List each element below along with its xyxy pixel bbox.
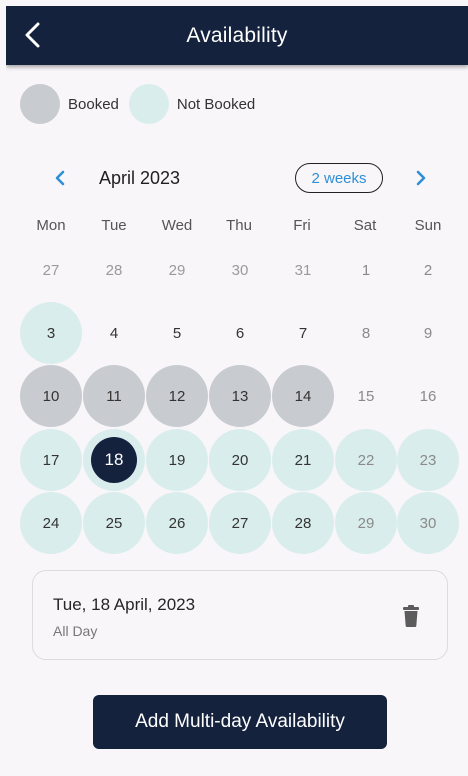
calendar-day[interactable]: 12	[146, 365, 208, 427]
calendar-day[interactable]: 8	[335, 302, 397, 364]
selected-day-label: 18	[91, 437, 137, 483]
calendar-day[interactable]: 10	[20, 365, 82, 427]
calendar-day[interactable]: 7	[272, 302, 334, 364]
calendar-grid: 27 28 29 30 31 1 2 3 4 5 6 7 8 9 10 11 12 13 14 15 16 17 18 19 2…	[6, 6, 468, 566]
calendar-day[interactable]: 19	[146, 429, 208, 491]
app-screen: Availability Booked Not Booked April 202…	[6, 6, 468, 776]
calendar-day[interactable]: 21	[272, 429, 334, 491]
selected-date-card: Tue, 18 April, 2023 All Day	[32, 570, 448, 660]
calendar-day[interactable]: 30	[397, 492, 459, 554]
calendar-day[interactable]: 3	[20, 302, 82, 364]
calendar-day[interactable]: 28	[83, 239, 145, 301]
calendar-day[interactable]: 24	[20, 492, 82, 554]
calendar-day[interactable]: 4	[83, 302, 145, 364]
calendar-day[interactable]: 18	[83, 429, 145, 491]
calendar-day[interactable]: 16	[397, 365, 459, 427]
calendar-day[interactable]: 15	[335, 365, 397, 427]
calendar-day[interactable]: 25	[83, 492, 145, 554]
calendar-day[interactable]: 23	[397, 429, 459, 491]
calendar-day[interactable]: 27	[20, 239, 82, 301]
calendar-day[interactable]: 9	[397, 302, 459, 364]
calendar-day[interactable]: 6	[209, 302, 271, 364]
calendar-day[interactable]: 28	[272, 492, 334, 554]
calendar-day[interactable]: 29	[146, 239, 208, 301]
calendar-day[interactable]: 30	[209, 239, 271, 301]
calendar-day[interactable]: 27	[209, 492, 271, 554]
calendar-day[interactable]: 13	[209, 365, 271, 427]
trash-icon	[403, 605, 419, 627]
calendar-day[interactable]: 26	[146, 492, 208, 554]
calendar-day[interactable]: 29	[335, 492, 397, 554]
delete-availability-button[interactable]	[399, 601, 423, 631]
calendar-day[interactable]: 14	[272, 365, 334, 427]
selected-date-label: Tue, 18 April, 2023	[53, 595, 196, 614]
calendar-day[interactable]: 17	[20, 429, 82, 491]
calendar-day[interactable]: 31	[272, 239, 334, 301]
calendar-day[interactable]: 1	[335, 239, 397, 301]
calendar-day[interactable]: 5	[146, 302, 208, 364]
selected-date-subtitle: All Day	[53, 623, 98, 639]
add-multi-day-availability-button[interactable]: Add Multi-day Availability	[93, 695, 387, 749]
calendar-day[interactable]: 2	[397, 239, 459, 301]
calendar-day[interactable]: 22	[335, 429, 397, 491]
calendar-day[interactable]: 20	[209, 429, 271, 491]
calendar-day[interactable]: 11	[83, 365, 145, 427]
